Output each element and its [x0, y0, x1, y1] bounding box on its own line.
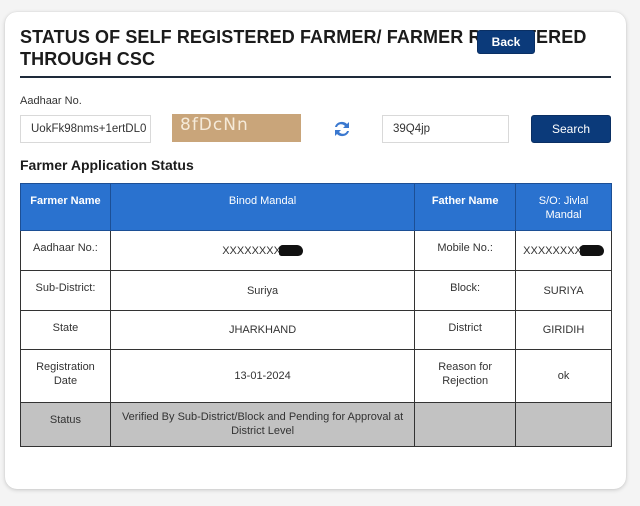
status-empty-cell — [515, 402, 612, 447]
table-row: Aadhaar No.: XXXXXXXX Mobile No.: XXXXXX… — [20, 230, 612, 271]
row-label: Reason for Rejection — [414, 349, 517, 403]
table-row: State JHARKHAND District GIRIDIH — [20, 310, 612, 350]
table-header-row: Farmer Name Binod Mandal Father Name S/O… — [20, 183, 612, 231]
farmer-name-value: Binod Mandal — [109, 183, 416, 231]
row-value: SURIYA — [515, 270, 612, 311]
table-row: Sub-District: Suriya Block: SURIYA — [20, 270, 612, 311]
row-label: State — [20, 310, 111, 350]
row-label: Sub-District: — [20, 270, 111, 311]
captcha-input[interactable] — [382, 115, 509, 143]
mobile-masked: XXXXXXXX — [523, 244, 582, 257]
refresh-icon[interactable] — [332, 118, 352, 140]
status-empty-cell — [414, 402, 517, 447]
back-button[interactable]: Back — [477, 30, 535, 54]
row-label: Registration Date — [20, 349, 111, 403]
father-name-value: S/O: Jivlal Mandal — [515, 183, 612, 231]
farmer-name-label: Farmer Name — [20, 183, 111, 231]
status-value: Verified By Sub-District/Block and Pendi… — [109, 402, 416, 447]
captcha-image: 8fDcNn — [172, 114, 301, 142]
row-value: GIRIDIH — [515, 310, 612, 350]
table-row: Registration Date 13-01-2024 Reason for … — [20, 349, 612, 403]
father-name-label: Father Name — [414, 183, 517, 231]
aadhaar-label: Aadhaar No. — [20, 95, 82, 107]
row-value: XXXXXXXX — [515, 230, 612, 271]
search-button[interactable]: Search — [531, 115, 611, 143]
redaction-mark — [579, 245, 604, 257]
title-divider — [20, 76, 611, 78]
redaction-mark — [278, 245, 303, 257]
row-value: XXXXXXXX — [109, 230, 416, 271]
status-label: Status — [20, 402, 111, 447]
aadhaar-masked: XXXXXXXX — [222, 244, 281, 257]
section-title: Farmer Application Status — [20, 157, 194, 173]
row-value: ok — [515, 349, 612, 403]
row-label: Aadhaar No.: — [20, 230, 111, 271]
row-value: Suriya — [109, 270, 416, 311]
row-label: District — [414, 310, 517, 350]
row-label: Block: — [414, 270, 517, 311]
status-row: Status Verified By Sub-District/Block an… — [20, 402, 612, 447]
aadhaar-input[interactable] — [20, 115, 151, 143]
application-status-table: Farmer Name Binod Mandal Father Name S/O… — [20, 183, 612, 447]
row-label: Mobile No.: — [414, 230, 517, 271]
row-value: JHARKHAND — [109, 310, 416, 350]
row-value: 13-01-2024 — [109, 349, 416, 403]
